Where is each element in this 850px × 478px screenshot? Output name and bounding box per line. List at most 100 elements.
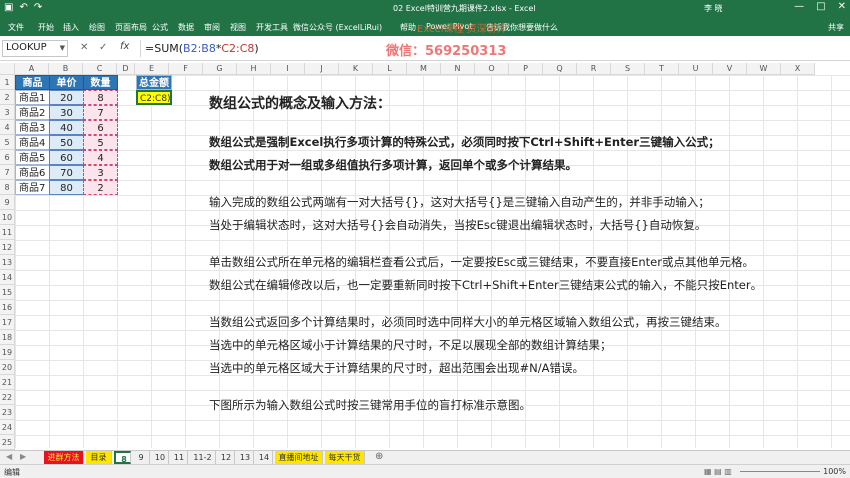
sheet-tab[interactable]: 14	[256, 451, 273, 464]
zoom-slider[interactable]	[740, 471, 820, 472]
column-header[interactable]: B	[49, 63, 83, 75]
unit-price-cell[interactable]: 80	[49, 180, 84, 195]
chevron-down-icon[interactable]: ▼	[60, 44, 65, 52]
next-sheet-icon[interactable]: ▶	[20, 452, 26, 461]
undo-icon[interactable]: ↶	[19, 2, 27, 13]
column-header[interactable]: Q	[543, 63, 577, 75]
column-header[interactable]: G	[203, 63, 237, 75]
total-amount-header[interactable]: 总金额	[136, 75, 172, 90]
column-header[interactable]: A	[15, 63, 49, 75]
column-header[interactable]: S	[611, 63, 645, 75]
product-name-cell[interactable]: 商品1	[15, 90, 50, 105]
sheet-tab[interactable]: 12	[218, 451, 235, 464]
column-header[interactable]: C	[83, 63, 117, 75]
quantity-cell[interactable]: 7	[83, 105, 118, 120]
column-header[interactable]: X	[781, 63, 815, 75]
column-header[interactable]: L	[373, 63, 407, 75]
column-header[interactable]: R	[577, 63, 611, 75]
sheet-tab[interactable]: 13	[237, 451, 254, 464]
column-header[interactable]: D	[117, 63, 135, 75]
tab-insert[interactable]: 插入	[63, 22, 79, 33]
active-editing-cell[interactable]: C2:C8)	[136, 90, 172, 105]
table-header-cell[interactable]: 数量	[83, 75, 118, 90]
select-all-corner[interactable]	[0, 63, 15, 75]
sheet-tab[interactable]: 直播间地址	[275, 451, 323, 464]
quantity-cell[interactable]: 3	[83, 165, 118, 180]
column-header[interactable]: P	[509, 63, 543, 75]
row-header[interactable]: 9	[0, 195, 15, 210]
tab-help[interactable]: 帮助	[400, 22, 416, 33]
row-header[interactable]: 25	[0, 435, 15, 450]
unit-price-cell[interactable]: 20	[49, 90, 84, 105]
table-header-cell[interactable]: 单价	[49, 75, 84, 90]
tab-developer[interactable]: 开发工具	[256, 22, 288, 33]
unit-price-cell[interactable]: 40	[49, 120, 84, 135]
enter-icon[interactable]: ✓	[99, 42, 107, 53]
column-header[interactable]: F	[169, 63, 203, 75]
column-header[interactable]: N	[441, 63, 475, 75]
column-header[interactable]: T	[645, 63, 679, 75]
column-header[interactable]: O	[475, 63, 509, 75]
table-header-cell[interactable]: 商品	[15, 75, 50, 90]
row-header[interactable]: 2	[0, 90, 15, 105]
column-header[interactable]: K	[339, 63, 373, 75]
tab-draw[interactable]: 绘图	[89, 22, 105, 33]
close-button[interactable]: ✕	[838, 1, 846, 12]
column-header[interactable]: E	[135, 63, 169, 75]
row-header[interactable]: 13	[0, 255, 15, 270]
tab-wechat[interactable]: 微信公众号 (ExcelLiRui)	[293, 22, 382, 33]
row-header[interactable]: 19	[0, 345, 15, 360]
tab-home[interactable]: 开始	[38, 22, 54, 33]
save-icon[interactable]: ▣	[4, 2, 13, 13]
sheet-tab[interactable]: 10	[152, 451, 169, 464]
column-header[interactable]: H	[237, 63, 271, 75]
name-box[interactable]: LOOKUP ▼	[2, 40, 68, 57]
row-header[interactable]: 23	[0, 405, 15, 420]
view-buttons[interactable]: ▦ ▤ ▥	[704, 467, 732, 476]
product-name-cell[interactable]: 商品4	[15, 135, 50, 150]
column-header[interactable]: V	[713, 63, 747, 75]
row-header[interactable]: 16	[0, 300, 15, 315]
unit-price-cell[interactable]: 50	[49, 135, 84, 150]
unit-price-cell[interactable]: 60	[49, 150, 84, 165]
column-header[interactable]: J	[305, 63, 339, 75]
user-name[interactable]: 李 晓	[704, 3, 723, 14]
sheet-tab[interactable]: 11-2	[190, 451, 216, 464]
column-header[interactable]: I	[271, 63, 305, 75]
column-header[interactable]: W	[747, 63, 781, 75]
add-sheet-icon[interactable]: ⊕	[375, 451, 383, 462]
sheet-tab[interactable]: 11	[171, 451, 188, 464]
redo-icon[interactable]: ↷	[34, 2, 42, 13]
minimize-button[interactable]: —	[794, 1, 804, 12]
insert-function-icon[interactable]: fx	[120, 41, 129, 52]
tab-page-layout[interactable]: 页面布局	[115, 22, 147, 33]
quantity-cell[interactable]: 4	[83, 150, 118, 165]
row-header[interactable]: 7	[0, 165, 15, 180]
row-header[interactable]: 18	[0, 330, 15, 345]
sheet-tab[interactable]: 9	[133, 451, 150, 464]
quantity-cell[interactable]: 5	[83, 135, 118, 150]
row-header[interactable]: 4	[0, 120, 15, 135]
product-name-cell[interactable]: 商品6	[15, 165, 50, 180]
share-button[interactable]: 共享	[828, 22, 844, 33]
product-name-cell[interactable]: 商品2	[15, 105, 50, 120]
row-header[interactable]: 1	[0, 75, 15, 90]
sheet-tab[interactable]: 8	[114, 451, 131, 464]
row-header[interactable]: 22	[0, 390, 15, 405]
sheet-tab[interactable]: 每天干货	[325, 451, 365, 464]
row-header[interactable]: 5	[0, 135, 15, 150]
restore-button[interactable]: □	[816, 1, 825, 12]
product-name-cell[interactable]: 商品3	[15, 120, 50, 135]
quantity-cell[interactable]: 2	[83, 180, 118, 195]
row-header[interactable]: 11	[0, 225, 15, 240]
column-header[interactable]: U	[679, 63, 713, 75]
row-header[interactable]: 3	[0, 105, 15, 120]
product-name-cell[interactable]: 商品5	[15, 150, 50, 165]
row-header[interactable]: 6	[0, 150, 15, 165]
tab-review[interactable]: 审阅	[204, 22, 220, 33]
quantity-cell[interactable]: 6	[83, 120, 118, 135]
prev-sheet-icon[interactable]: ◀	[6, 452, 12, 461]
row-header[interactable]: 8	[0, 180, 15, 195]
product-name-cell[interactable]: 商品7	[15, 180, 50, 195]
row-header[interactable]: 10	[0, 210, 15, 225]
